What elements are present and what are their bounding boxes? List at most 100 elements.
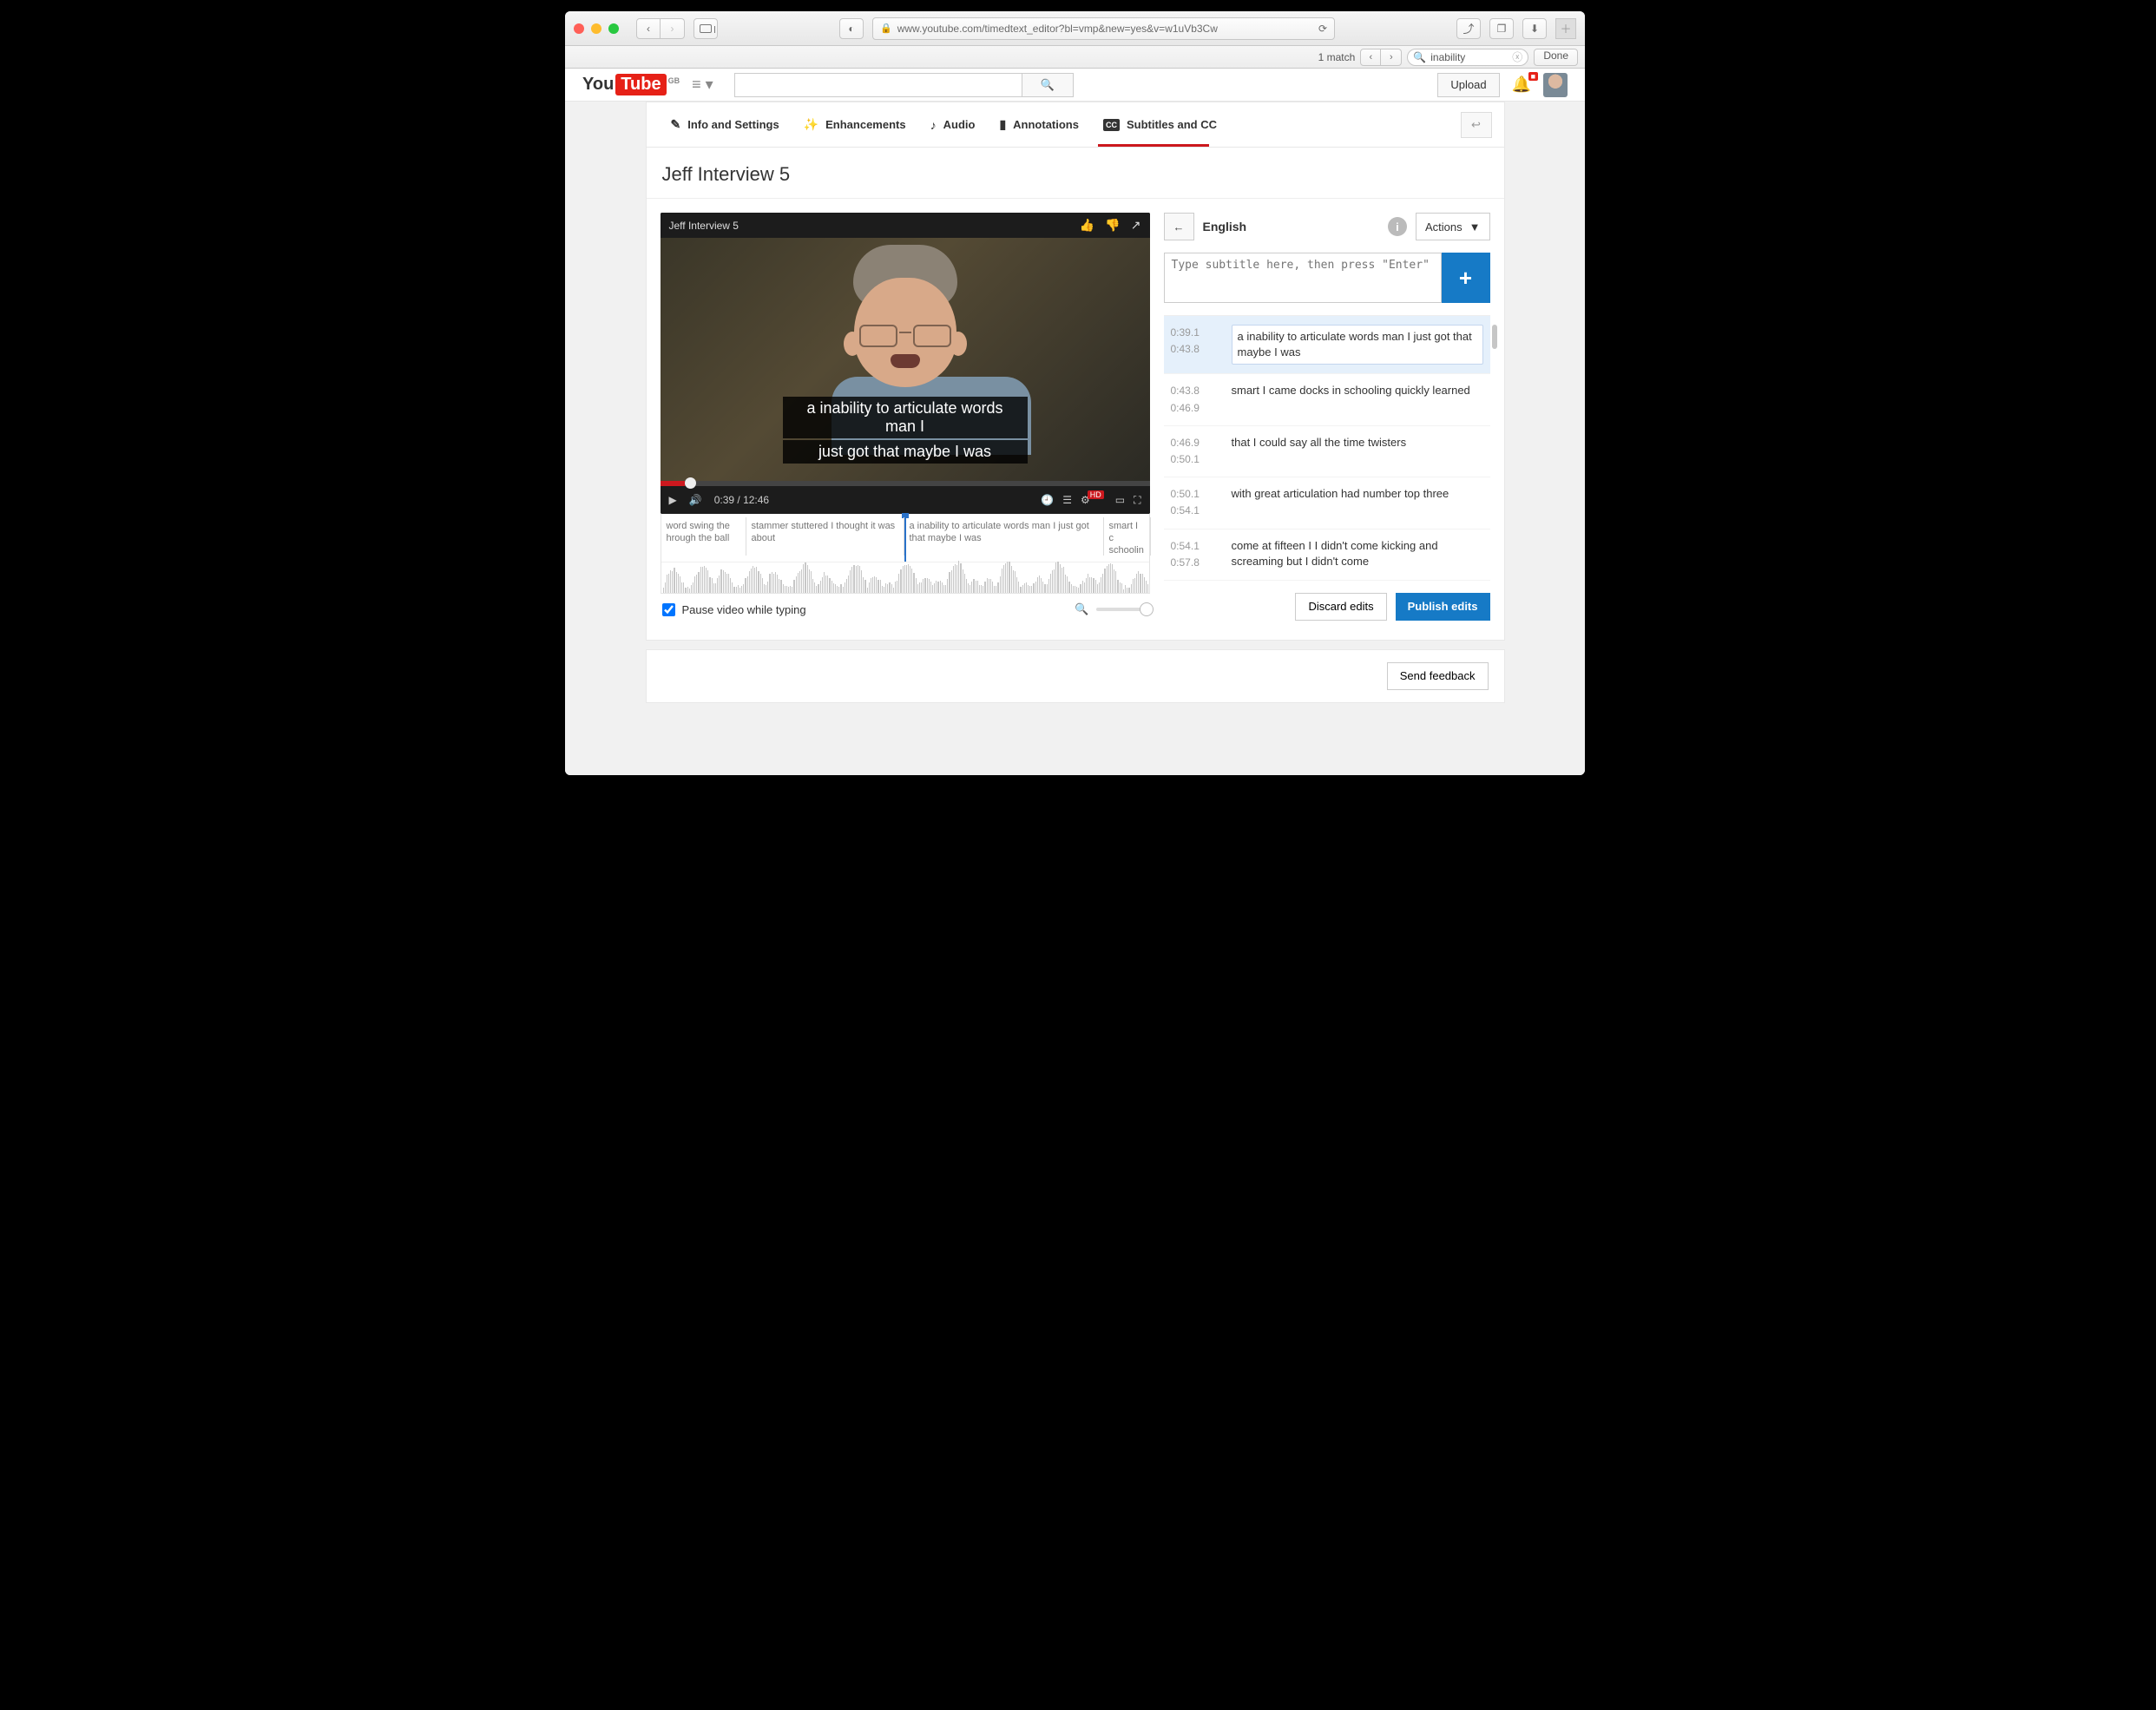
tab-annotations[interactable]: ▮Annotations xyxy=(987,102,1091,147)
discard-button[interactable]: Discard edits xyxy=(1295,593,1386,621)
back-arrow-button[interactable]: ↩ xyxy=(1461,112,1492,138)
avatar[interactable] xyxy=(1543,73,1568,97)
subtitle-times: 0:54.10:57.8 xyxy=(1171,538,1216,571)
theater-icon[interactable]: ▭ xyxy=(1115,494,1125,506)
player-title: Jeff Interview 5 xyxy=(669,220,739,232)
search-input[interactable] xyxy=(734,73,1022,97)
find-input[interactable]: 🔍 inability ⓧ xyxy=(1407,49,1528,66)
new-subtitle-input[interactable] xyxy=(1164,253,1442,303)
subtitle-list: 0:39.10:43.8 a inability to articulate wo… xyxy=(1164,315,1490,581)
subtitle-item[interactable]: 0:39.10:43.8 a inability to articulate wo… xyxy=(1164,316,1490,374)
subtitle-item[interactable]: 0:54.10:57.8 come at fifteen I I didn't c… xyxy=(1164,529,1490,581)
subtitle-text[interactable]: a inability to articulate words man I ju… xyxy=(1232,325,1483,365)
downloads-button[interactable]: ⬇ xyxy=(1522,18,1547,39)
timeline-segment[interactable]: word swing the hrough the ball xyxy=(661,517,746,556)
seek-handle[interactable] xyxy=(685,477,696,489)
timeline-segment[interactable]: smart I c schoolin learned xyxy=(1104,517,1151,556)
forward-button[interactable]: › xyxy=(661,18,685,39)
subtitle-times: 0:39.10:43.8 xyxy=(1171,325,1216,365)
editor-tabs: ✎Info and Settings ✨Enhancements ♪Audio … xyxy=(647,102,1504,148)
waveform xyxy=(661,562,1149,593)
search-button[interactable]: 🔍 xyxy=(1022,73,1074,97)
close-window[interactable] xyxy=(574,23,584,34)
add-subtitle-button[interactable]: + xyxy=(1442,253,1490,303)
cc-icon: CC xyxy=(1103,119,1120,131)
address-bar[interactable]: 🔒 www.youtube.com/timedtext_editor?bl=vm… xyxy=(872,17,1335,40)
find-match-count: 1 match xyxy=(1318,51,1356,63)
timeline-segment[interactable]: a inability to articulate words man I ju… xyxy=(904,517,1104,556)
tab-info[interactable]: ✎Info and Settings xyxy=(659,102,792,147)
clear-find-icon[interactable]: ⓧ xyxy=(1512,49,1522,64)
back-button[interactable]: ‹ xyxy=(636,18,661,39)
settings-icon[interactable]: ⚙HD xyxy=(1081,494,1107,506)
timeline-segment[interactable]: stammer stuttered I thought it was about xyxy=(746,517,904,556)
find-prev[interactable]: ‹ xyxy=(1360,49,1381,66)
sidebar-button[interactable] xyxy=(693,18,718,39)
zoom-icon[interactable]: 🔍 xyxy=(1075,602,1088,616)
tab-audio[interactable]: ♪Audio xyxy=(918,102,988,147)
page-title: Jeff Interview 5 xyxy=(662,163,1489,186)
tabs-button[interactable]: ❐ xyxy=(1489,18,1514,39)
new-tab-button[interactable]: ＋ xyxy=(1555,18,1576,39)
subtitle-item[interactable]: 0:43.80:46.9smart I came docks in school… xyxy=(1164,374,1490,425)
safari-window: ‹ › ◐ 🔒 www.youtube.com/timedtext_editor… xyxy=(565,11,1585,775)
reload-icon[interactable]: ⟳ xyxy=(1318,23,1327,35)
video-player: Jeff Interview 5 👍 👎 ↗ xyxy=(661,213,1150,514)
note-icon: ♪ xyxy=(930,118,937,132)
share-icon[interactable]: ↗ xyxy=(1131,218,1141,233)
watch-later-icon[interactable]: 🕘 xyxy=(1041,494,1054,506)
video-frame[interactable]: a inability to articulate words man I ju… xyxy=(661,238,1150,481)
fullscreen-icon[interactable]: ⛶ xyxy=(1134,494,1140,507)
play-icon[interactable]: ▶ xyxy=(669,494,677,506)
nav-buttons: ‹ › xyxy=(636,18,685,39)
scrollbar[interactable] xyxy=(1492,325,1497,349)
pause-while-typing-label: Pause video while typing xyxy=(682,603,806,616)
publish-button[interactable]: Publish edits xyxy=(1396,593,1490,621)
share-button[interactable]: ⤴ xyxy=(1456,18,1481,39)
find-next[interactable]: › xyxy=(1381,49,1402,66)
tab-subtitles[interactable]: CCSubtitles and CC xyxy=(1091,102,1229,147)
timeline[interactable]: word swing the hrough the ballstammer st… xyxy=(661,514,1150,594)
upload-button[interactable]: Upload xyxy=(1437,73,1499,97)
search-icon: 🔍 xyxy=(1413,51,1426,63)
url-text: www.youtube.com/timedtext_editor?bl=vmp&… xyxy=(897,23,1218,35)
subtitle-text: come at fifteen I I didn't come kicking … xyxy=(1232,538,1483,571)
youtube-logo[interactable]: YouTube GB xyxy=(582,74,680,95)
pause-while-typing-checkbox[interactable] xyxy=(662,603,675,616)
zoom-window[interactable] xyxy=(608,23,619,34)
notifications-icon[interactable]: 🔔■ xyxy=(1512,76,1531,94)
tab-enhancements[interactable]: ✨Enhancements xyxy=(792,102,918,147)
minimize-window[interactable] xyxy=(591,23,601,34)
subtitle-text: that I could say all the time twisters xyxy=(1232,435,1483,468)
speech-icon: ▮ xyxy=(999,117,1006,132)
like-icon[interactable]: 👍 xyxy=(1080,218,1094,233)
lock-icon: 🔒 xyxy=(880,23,892,34)
subtitle-text: with great articulation had number top t… xyxy=(1232,486,1483,519)
adblock-icon[interactable]: ◐ xyxy=(839,18,864,39)
caption-overlay: a inability to articulate words man I ju… xyxy=(783,395,1028,464)
subtitle-item[interactable]: 0:50.10:54.1with great articulation had … xyxy=(1164,477,1490,529)
actions-dropdown[interactable]: Actions▼ xyxy=(1416,213,1490,240)
search-bar: 🔍 xyxy=(734,73,1074,97)
subtitle-times: 0:43.80:46.9 xyxy=(1171,383,1216,416)
find-done[interactable]: Done xyxy=(1534,49,1578,66)
guide-icon[interactable]: ≡ ▾ xyxy=(692,76,713,94)
find-bar: 1 match ‹ › 🔍 inability ⓧ Done xyxy=(565,46,1585,69)
language-label: English xyxy=(1203,220,1247,233)
volume-icon[interactable]: 🔊 xyxy=(689,494,702,506)
seek-bar[interactable] xyxy=(661,481,1150,486)
wand-icon: ✨ xyxy=(804,117,818,132)
window-controls xyxy=(574,23,619,34)
send-feedback-button[interactable]: Send feedback xyxy=(1387,662,1489,690)
zoom-slider[interactable] xyxy=(1096,608,1148,611)
chevron-down-icon: ▼ xyxy=(1469,220,1481,233)
subtitle-item[interactable]: 0:46.90:50.1that I could say all the tim… xyxy=(1164,426,1490,477)
language-back[interactable]: ← xyxy=(1164,213,1194,240)
time-display: 0:39 / 12:46 xyxy=(714,494,769,506)
cc-toggle-icon[interactable]: ☰ xyxy=(1062,494,1072,506)
player-controls: ▶ 🔊 0:39 / 12:46 🕘 ☰ ⚙HD ▭ ⛶ xyxy=(661,486,1150,514)
pencil-icon: ✎ xyxy=(671,117,681,132)
dislike-icon[interactable]: 👎 xyxy=(1105,218,1120,233)
info-icon[interactable]: i xyxy=(1388,217,1407,236)
titlebar: ‹ › ◐ 🔒 www.youtube.com/timedtext_editor… xyxy=(565,11,1585,46)
